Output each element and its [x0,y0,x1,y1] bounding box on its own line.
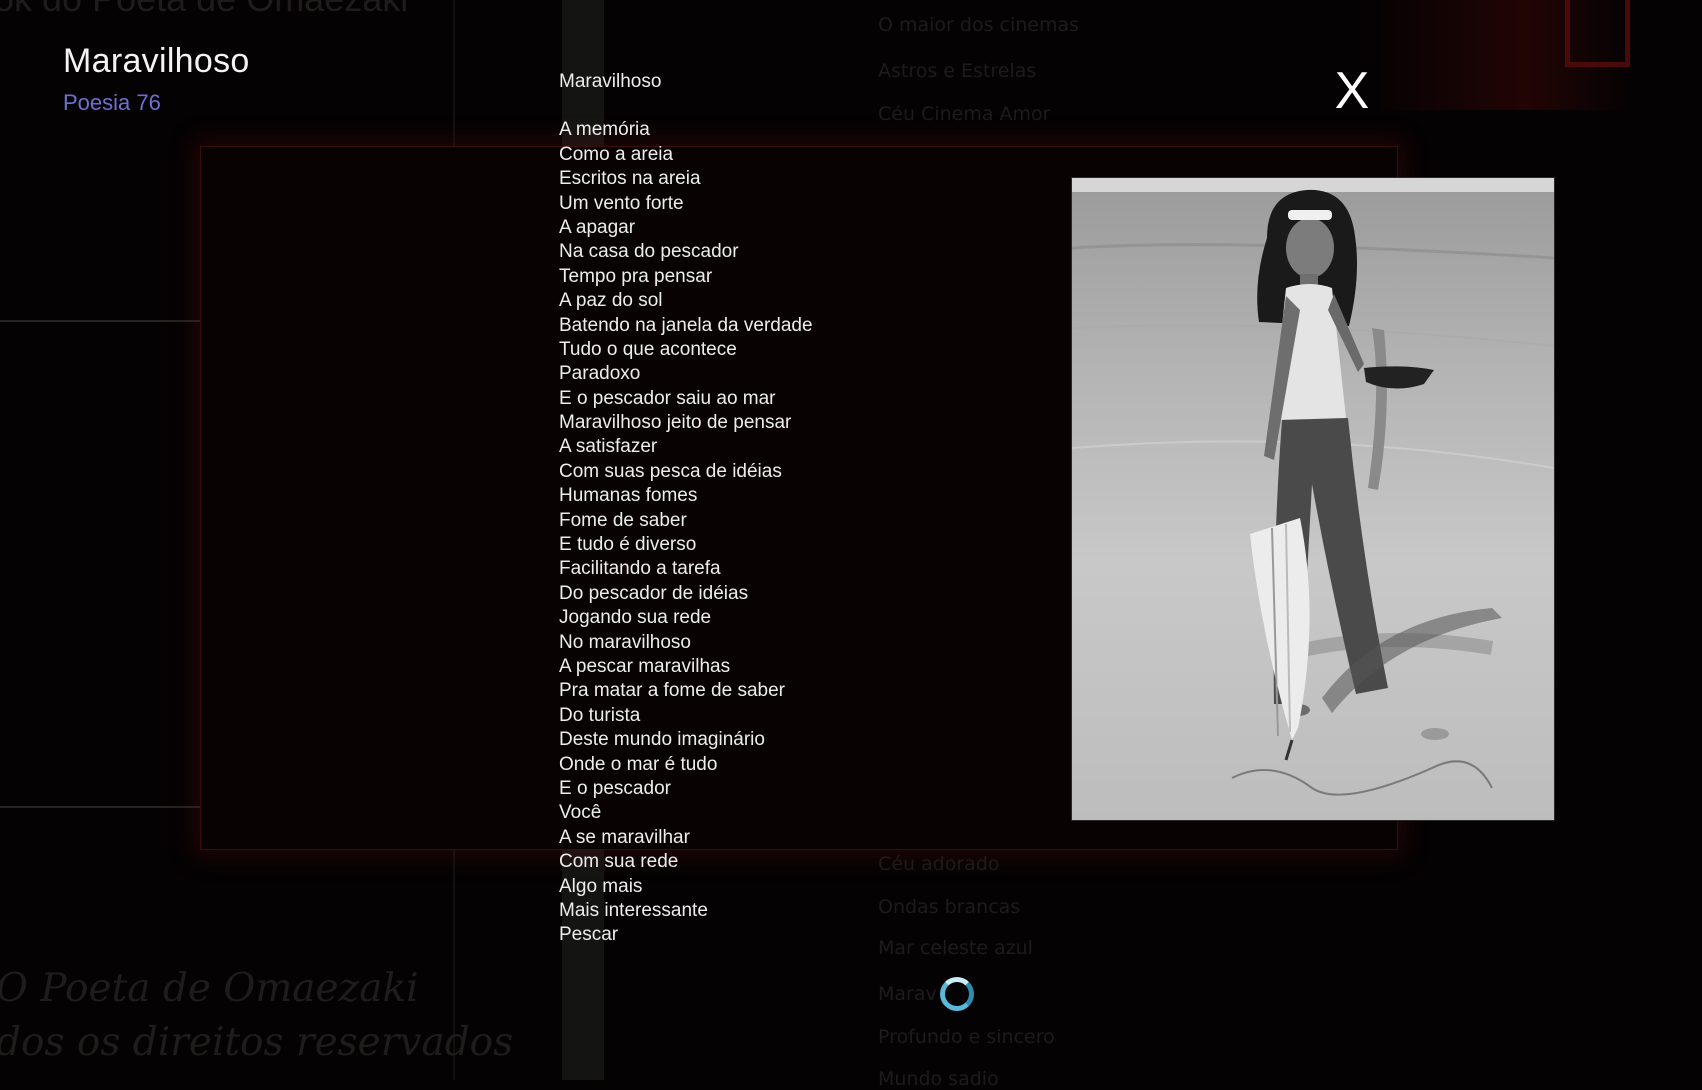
poem-line: Do turista [559,704,641,726]
poem-line: Escritos na areia [559,168,701,190]
background-rule-bottom [0,806,205,808]
poem-line: Jogando sua rede [559,607,712,629]
poem-line: Onde o mar é tudo [559,753,718,775]
background-footer-rights: dos os direitos reservados [0,1020,514,1065]
background-menu-item: Mundo sadio [878,1068,999,1090]
poem-line: Batendo na janela da verdade [559,314,813,336]
background-menu-item: Mar celeste azul [878,937,1034,959]
poem-line: Deste mundo imaginário [559,729,765,751]
poem-line: Pra matar a fome de saber [559,680,785,702]
poem-photo [1071,177,1555,821]
poem-line: Tudo o que acontece [559,338,737,360]
poem-line: Algo mais [559,875,643,897]
poem-number: Poesia 76 [63,90,161,115]
poem-line: Tempo pra pensar [559,265,713,287]
poem-line: A satisfazer [559,436,658,458]
poem-line: Facilitando a tarefa [559,558,721,580]
poem-line: Com sua rede [559,851,679,873]
photo-woman-with-umbrella-on-beach [1072,178,1554,820]
poem-line: A apagar [559,216,636,238]
poem-line: Do pescador de idéias [559,582,749,604]
poem-line: Você [559,802,602,824]
background-menu-item: Astros e Estrelas [878,60,1037,82]
poem-line: Na casa do pescador [559,241,739,263]
poem-line: Um vento forte [559,192,684,214]
background-rule-top [0,320,205,322]
poem-line: Paradoxo [559,363,641,385]
poem-line: A pescar maravilhas [559,655,731,677]
poem-line: A se maravilhar [559,826,690,848]
poem-line: E o pescador saiu ao mar [559,387,776,409]
poem-line: No maravilhoso [559,631,691,653]
poem-line: Humanas fomes [559,485,698,507]
poem-line: A memória [559,119,650,141]
background-menu-item: Céu Cinema Amor [878,103,1051,125]
poem-line: Mais interessante [559,899,708,921]
poem-line: Maravilhoso jeito de pensar [559,412,792,434]
background-decoration [1565,0,1630,67]
close-button[interactable]: X [1332,62,1372,120]
background-site-title: ok do Poeta de Omaezaki [0,0,408,20]
background-menu-item: O maior dos cinemas [878,14,1080,36]
poem-heading: Maravilhoso [559,71,662,92]
poem-title: Maravilhoso [63,42,250,80]
poem-line: E o pescador [559,777,671,799]
poem-text: Maravilhoso A memória Como a areia Escrito… [559,70,813,948]
poem-line: A paz do sol [559,290,663,312]
poem-line: Fome de saber [559,509,687,531]
poem-line: E tudo é diverso [559,534,697,556]
background-menu-item: Ondas brancas [878,896,1021,918]
poem-line: Como a areia [559,143,674,165]
poem-line: Pescar [559,924,619,946]
loading-spinner-icon [940,977,974,1011]
background-footer-title: O Poeta de Omaezaki [0,966,419,1011]
background-menu-item: Profundo e sincero [878,1026,1055,1048]
background-menu-item: Marav [878,983,937,1005]
background-menu-item: Céu adorado [878,853,1000,875]
poem-line: Com suas pesca de idéias [559,460,782,482]
